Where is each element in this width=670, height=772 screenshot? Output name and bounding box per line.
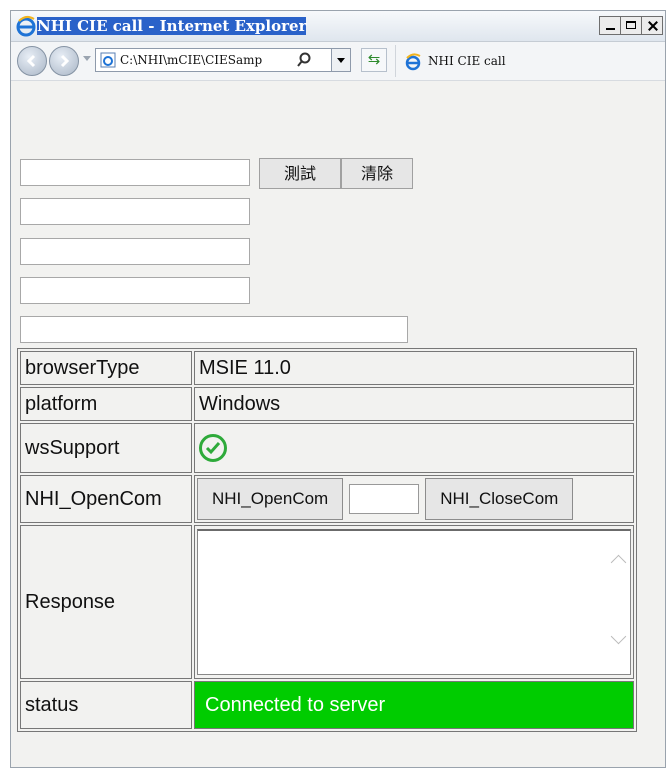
info-table: browserType MSIE 11.0 platform Windows w… xyxy=(17,348,637,732)
back-button[interactable] xyxy=(17,46,47,76)
refresh-icon[interactable]: ⇆ xyxy=(361,48,387,72)
table-row: wsSupport xyxy=(20,423,634,473)
address-bar[interactable]: C:\NHI\mCIE\CIESamp xyxy=(95,48,351,72)
maximize-icon[interactable] xyxy=(620,16,642,35)
ie-icon xyxy=(16,15,36,37)
row-value: Windows xyxy=(194,387,634,421)
table-row: platform Windows xyxy=(20,387,634,421)
browser-window: NHI CIE call - Internet Explorer C:\NHI\… xyxy=(10,10,666,768)
input-2[interactable] xyxy=(20,198,250,225)
history-dropdown[interactable] xyxy=(83,56,91,61)
response-textarea[interactable] xyxy=(197,529,631,675)
row-label: platform xyxy=(20,387,192,421)
tab-title: NHI CIE call xyxy=(428,54,506,68)
com-port-input[interactable] xyxy=(349,484,420,514)
check-icon xyxy=(199,434,227,462)
back-icon xyxy=(26,54,36,68)
forward-button[interactable] xyxy=(49,46,79,76)
open-com-button[interactable]: NHI_OpenCom xyxy=(197,478,344,520)
close-icon[interactable] xyxy=(641,16,663,35)
scroll-down-icon[interactable] xyxy=(610,628,627,645)
table-row: browserType MSIE 11.0 xyxy=(20,351,634,385)
row-label: status xyxy=(20,681,192,729)
table-row: NHI_OpenCom NHI_OpenCom NHI_CloseCom xyxy=(20,475,634,523)
ws-support-cell xyxy=(194,423,634,473)
title-bar: NHI CIE call - Internet Explorer xyxy=(11,11,665,42)
minimize-icon[interactable] xyxy=(599,16,621,35)
input-3[interactable] xyxy=(20,238,250,265)
row-label: Response xyxy=(20,525,192,679)
clear-button[interactable]: 清除 xyxy=(341,158,413,189)
input-5[interactable] xyxy=(20,316,408,343)
forward-icon xyxy=(60,54,70,68)
page-content: 測試 清除 browserType MSIE 11.0 platform Win… xyxy=(11,81,665,767)
input-1[interactable] xyxy=(20,159,250,186)
scroll-up-icon[interactable] xyxy=(610,554,627,571)
navigation-bar: C:\NHI\mCIE\CIESamp ⇆ NHI CIE call xyxy=(11,42,665,81)
test-button[interactable]: 測試 xyxy=(259,158,341,189)
row-label: NHI_OpenCom xyxy=(20,475,192,523)
ie-icon xyxy=(405,53,421,71)
close-com-button[interactable]: NHI_CloseCom xyxy=(425,478,574,520)
row-value: MSIE 11.0 xyxy=(194,351,634,385)
row-label: wsSupport xyxy=(20,423,192,473)
address-dropdown[interactable] xyxy=(331,49,350,71)
table-row: status Connected to server xyxy=(20,681,634,729)
response-cell xyxy=(194,525,634,679)
page-icon xyxy=(100,52,116,68)
table-row: Response xyxy=(20,525,634,679)
address-text[interactable]: C:\NHI\mCIE\CIESamp xyxy=(120,53,290,67)
search-icon[interactable] xyxy=(296,52,312,68)
window-title: NHI CIE call - Internet Explorer xyxy=(37,17,307,35)
input-4[interactable] xyxy=(20,277,250,304)
tab-nhi-cie-call[interactable]: NHI CIE call xyxy=(395,45,616,77)
status-value: Connected to server xyxy=(194,681,634,729)
com-controls-cell: NHI_OpenCom NHI_CloseCom xyxy=(194,475,634,523)
row-label: browserType xyxy=(20,351,192,385)
